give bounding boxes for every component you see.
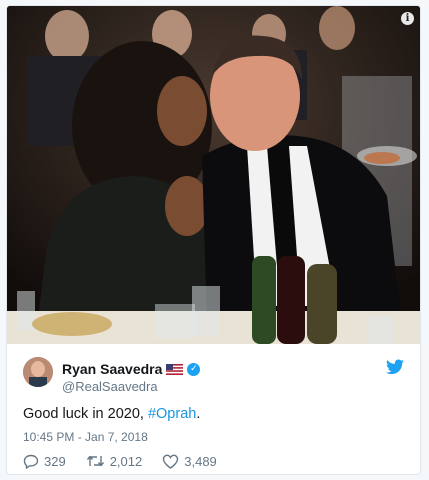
retweet-icon: [86, 455, 104, 467]
tweet-actions: 329 2,012 3,489: [23, 452, 237, 470]
tweet-photo[interactable]: i: [7, 6, 420, 344]
reply-count: 329: [44, 453, 66, 469]
info-icon[interactable]: i: [401, 12, 414, 25]
heart-icon: [163, 454, 179, 469]
us-flag-icon: [166, 363, 184, 375]
retweet-button[interactable]: 2,012: [86, 453, 143, 469]
tweet-text-prefix: Good luck in 2020,: [23, 406, 148, 422]
retweet-count: 2,012: [109, 453, 143, 469]
verified-check-icon: ✓: [187, 362, 201, 376]
twitter-bird-icon[interactable]: [386, 359, 404, 375]
tweet-text: Good luck in 2020, #Oprah.: [23, 406, 200, 422]
author-name-line: Ryan Saavedra ✓: [62, 361, 201, 377]
reply-icon: [23, 454, 39, 469]
reply-button[interactable]: 329: [23, 454, 66, 469]
author-name[interactable]: Ryan Saavedra: [62, 361, 162, 377]
avatar[interactable]: [23, 357, 53, 387]
like-count: 3,489: [184, 453, 217, 469]
author-handle[interactable]: @RealSaavedra: [62, 379, 158, 394]
tweet-text-suffix: .: [196, 406, 201, 422]
tweet-timestamp[interactable]: 10:45 PM - Jan 7, 2018: [23, 430, 148, 444]
like-button[interactable]: 3,489: [162, 454, 217, 469]
tweet-card[interactable]: i Ryan Saavedra ✓ @RealSaavedra Good luc…: [6, 5, 421, 475]
hashtag-link[interactable]: #Oprah: [148, 406, 196, 422]
tweet-author: Ryan Saavedra ✓ @RealSaavedra: [23, 357, 404, 394]
